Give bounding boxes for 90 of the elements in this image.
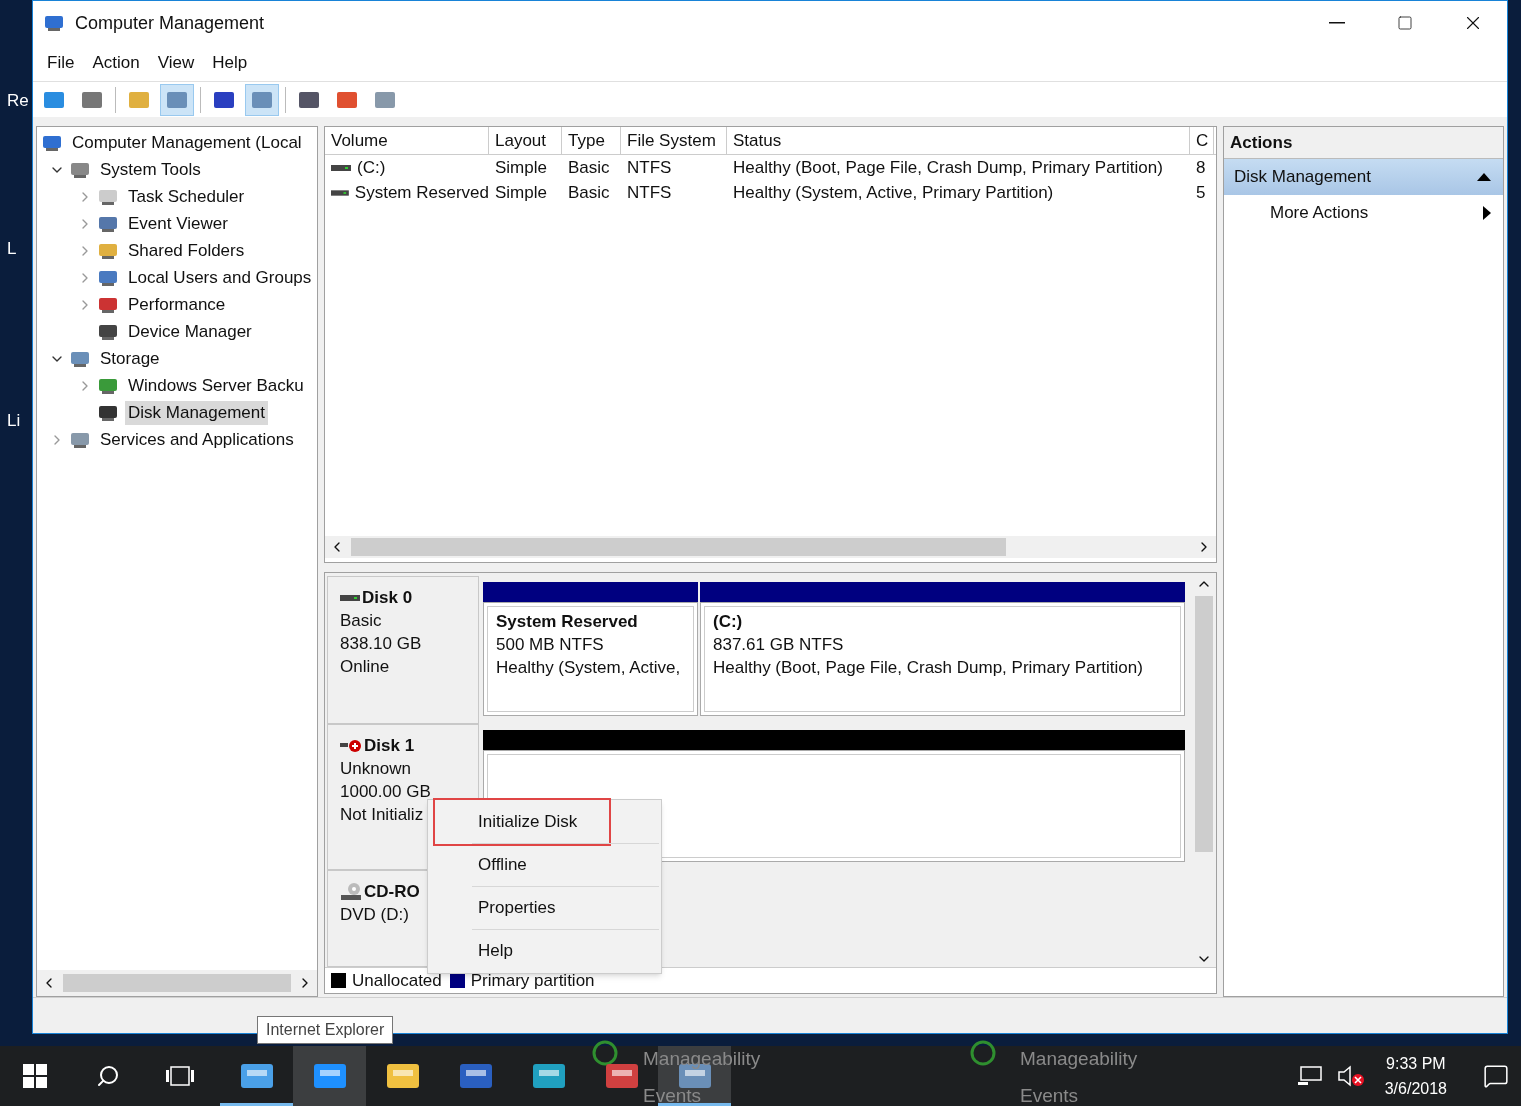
search-icon [95, 1064, 120, 1088]
table-cell-text: Basic [568, 156, 610, 179]
column-header[interactable]: Status [727, 127, 1190, 154]
status-icon [592, 1040, 618, 1066]
tree-item[interactable]: Storage [97, 346, 163, 371]
column-header[interactable]: File System [621, 127, 727, 154]
desktop-icon-label[interactable]: L [7, 236, 17, 262]
legend-label: Primary partition [470, 969, 595, 992]
scroll-thumb[interactable] [1194, 596, 1213, 852]
background-window-text: Manageability [643, 1047, 761, 1071]
task-view-icon [165, 1065, 195, 1087]
table-cell-text: 5 [1196, 181, 1206, 204]
cd-drive-icon [340, 882, 362, 902]
partition-size: 837.61 GB NTFS [713, 634, 845, 656]
minimize-icon [1329, 22, 1345, 24]
tree-item[interactable]: Shared Folders [125, 238, 248, 263]
taskbar-app[interactable] [293, 1046, 366, 1106]
tree-item[interactable]: Services and Applications [97, 427, 297, 452]
legend-label: Unallocated [352, 969, 442, 992]
disk-name: Disk 1 [364, 735, 415, 757]
submenu-arrow-icon [1483, 206, 1491, 220]
disk-info: Online [340, 656, 391, 678]
action-link[interactable]: More Actions [1270, 200, 1369, 226]
disk-info: 1000.00 GB [340, 781, 432, 803]
menu-item[interactable]: View [149, 50, 203, 76]
tree-item[interactable]: Task Scheduler [125, 184, 248, 209]
disk-error-icon [340, 738, 362, 754]
partition-size: 500 MB NTFS [496, 634, 605, 656]
table-cell-text: Basic [568, 181, 610, 204]
table-cell-text: Simple [495, 181, 547, 204]
maximize-icon [1397, 15, 1413, 31]
section-title: Disk Management [1234, 166, 1371, 189]
tree-item[interactable]: Performance [125, 292, 229, 317]
tree-item[interactable]: System Tools [97, 157, 204, 182]
muted-speaker-icon[interactable] [1336, 1065, 1365, 1087]
tree-item[interactable]: Local Users and Groups [125, 265, 315, 290]
background-window-text: Events [1020, 1084, 1079, 1106]
partition-name: (C:) [713, 611, 744, 633]
actions-section[interactable]: Disk Management [1224, 159, 1503, 195]
background-window-text: Events [643, 1084, 702, 1106]
column-header[interactable]: C [1190, 127, 1214, 154]
tree-item[interactable]: Computer Management (Local [69, 130, 305, 155]
table-cell-text: NTFS [627, 181, 672, 204]
tree-item[interactable]: Event Viewer [125, 211, 231, 236]
collapse-triangle-icon[interactable] [1477, 173, 1491, 181]
windows-logo-icon [23, 1064, 47, 1088]
disk-info: DVD (D:) [340, 904, 410, 926]
tree-item[interactable]: Windows Server Backu [125, 373, 307, 398]
clock[interactable]: 9:33 PM 3/6/2018 [1378, 1051, 1453, 1101]
partition-name: System Reserved [496, 611, 639, 633]
disk-info: Unknown [340, 758, 412, 780]
menu-item[interactable]: Help [204, 50, 256, 76]
column-header[interactable]: Volume [325, 127, 489, 154]
window-title: Computer Management [75, 11, 265, 35]
menu-item[interactable]: Action [84, 50, 148, 76]
partition-box[interactable]: (C:) 837.61 GB NTFS Healthy (Boot, Page File, Crash Dump, Primary Partition) [700, 602, 1185, 716]
table-cell-text: System Reserved [354, 181, 489, 204]
actions-header: Actions [1224, 127, 1503, 159]
tree-item[interactable]: Device Manager [125, 319, 255, 344]
desktop-icon-label[interactable]: Li [7, 408, 21, 434]
table-cell-text: Healthy (System, Active, Primary Partition) [733, 181, 1054, 204]
scroll-thumb[interactable] [63, 974, 291, 992]
scroll-thumb[interactable] [351, 538, 1006, 556]
disk-name: CD-RO [364, 881, 420, 903]
disk-info: 838.10 GB [340, 633, 423, 655]
notification-icon[interactable] [1483, 1063, 1509, 1089]
disk-name: Disk 0 [362, 587, 413, 609]
menu-item[interactable]: File [39, 50, 83, 76]
table-cell-text: (C:) [357, 156, 386, 179]
network-icon[interactable] [1296, 1065, 1323, 1087]
menu-item[interactable]: Initialize Disk [433, 798, 611, 846]
horizontal-scrollbar[interactable] [325, 536, 1216, 558]
disk-info: Not Initializ [340, 804, 425, 826]
table-cell-text: Simple [495, 156, 547, 179]
partition-box[interactable]: System Reserved 500 MB NTFS Healthy (System, Active, [483, 602, 698, 716]
tooltip: Internet Explorer [257, 1016, 394, 1044]
horizontal-scrollbar[interactable] [37, 970, 317, 996]
table-cell-text: NTFS [627, 156, 672, 179]
background-window-text: Manageability [1020, 1047, 1138, 1071]
disk-info: Basic [340, 610, 383, 632]
column-header[interactable]: Layout [489, 127, 562, 154]
partition-status: Healthy (System, Active, [496, 657, 682, 679]
status-icon [970, 1040, 996, 1066]
table-cell-text: Healthy (Boot, Page File, Crash Dump, Primary Partition) [733, 156, 1163, 179]
tree-item[interactable]: Disk Management [125, 400, 268, 425]
table-cell-text: 8 [1196, 156, 1206, 179]
disk-label-panel[interactable]: Disk 0 Basic 838.10 GB Online [327, 576, 479, 724]
desktop-icon-label[interactable]: Re [7, 88, 29, 114]
partition-status: Healthy (Boot, Page File, Crash Dump, Primary Partition) [713, 657, 1144, 679]
column-header[interactable]: Type [562, 127, 621, 154]
